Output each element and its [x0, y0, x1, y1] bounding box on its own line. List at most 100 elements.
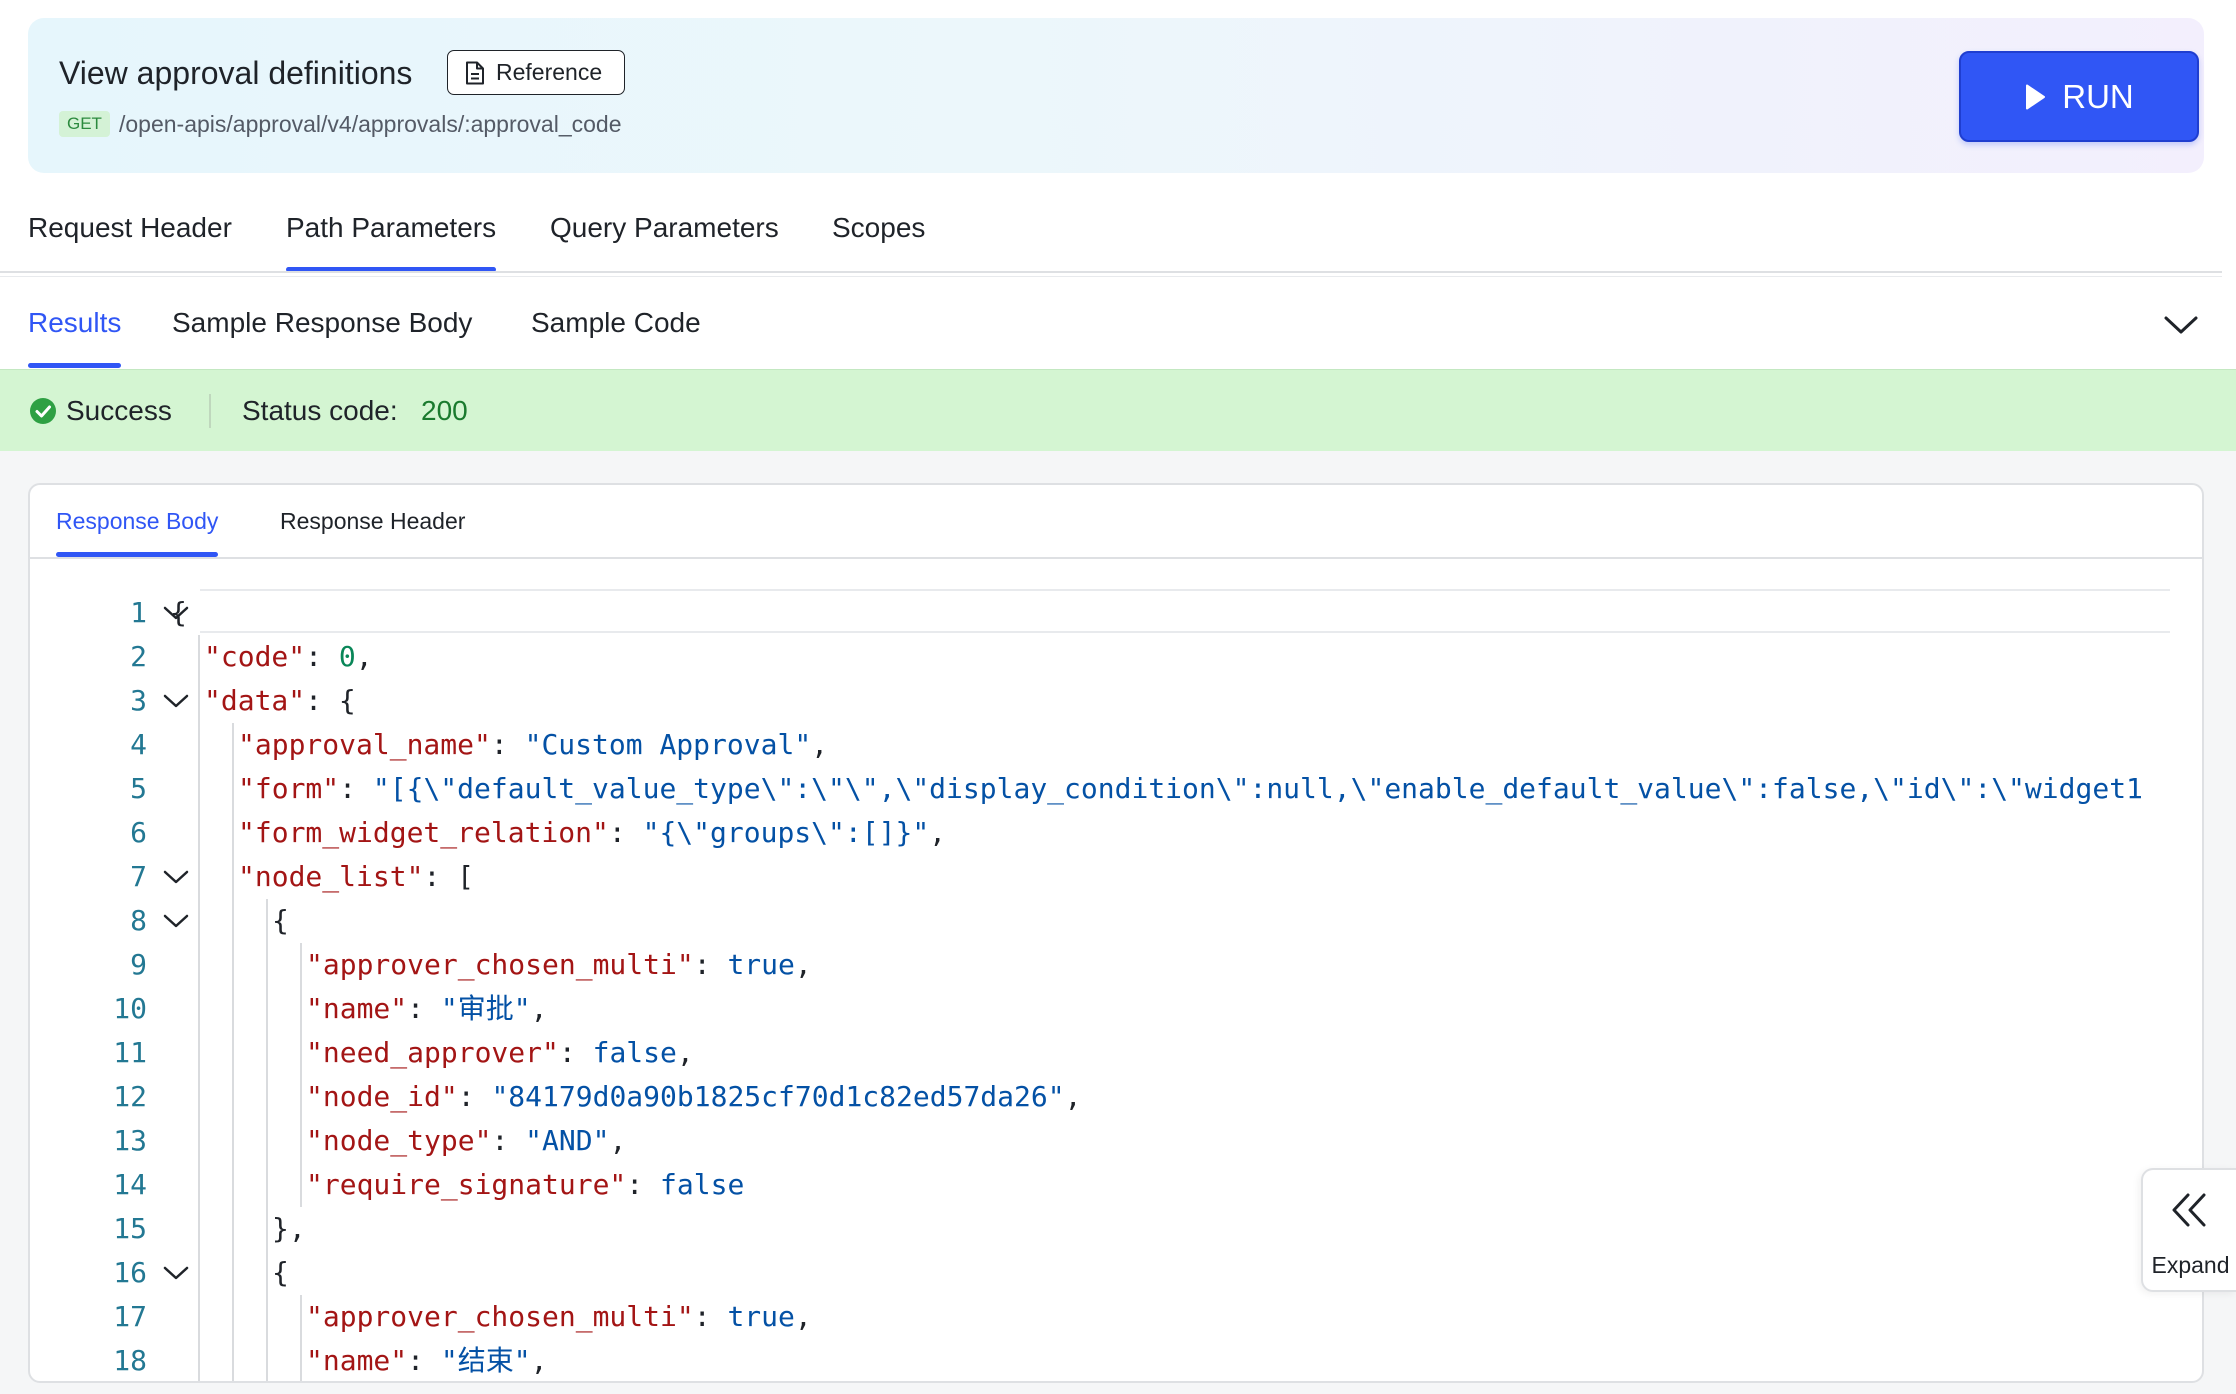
code-token: "form_widget_relation" [238, 816, 609, 849]
code-token: }, [272, 1212, 306, 1245]
code-text: "node_type": "AND", [306, 1119, 626, 1163]
tab-results[interactable]: Results [28, 307, 122, 368]
indent-guide [266, 987, 268, 1031]
code-text: "form": "[{\"default_value_type\":\"\",\… [238, 767, 2143, 811]
request-tabs: Request Header Path Parameters Query Par… [0, 190, 2236, 272]
code-text: "approver_chosen_multi": true, [306, 943, 812, 987]
endpoint-path: /open-apis/approval/v4/approvals/:approv… [119, 111, 622, 137]
indent-guide [266, 1163, 268, 1207]
fold-chevron-icon[interactable] [163, 693, 189, 709]
indent-guide [232, 1163, 234, 1207]
code-token: : [491, 1124, 526, 1157]
code-token: "need_approver" [306, 1036, 559, 1069]
code-line: 16 { [30, 1251, 2170, 1295]
tab-response-body[interactable]: Response Body [56, 508, 219, 557]
code-line: 15}, [30, 1207, 2170, 1251]
chevron-down-icon[interactable] [2163, 313, 2199, 337]
code-token: : [305, 640, 339, 673]
tab-sample-response-body[interactable]: Sample Response Body [172, 307, 472, 339]
fold-chevron-icon[interactable] [163, 869, 189, 885]
document-icon [466, 61, 484, 84]
code-line: 1{ [30, 589, 2170, 635]
code-token: { [272, 904, 289, 937]
code-token: "[{\"default_value_type\":\"\",\"display… [372, 772, 2143, 805]
indent-guide [300, 1031, 302, 1075]
indent-guide [300, 1295, 302, 1339]
indent-guide [198, 1075, 200, 1119]
expand-button[interactable]: Expand [2141, 1168, 2236, 1292]
tab-request-header[interactable]: Request Header [28, 212, 232, 244]
indent-guide [198, 987, 200, 1031]
tabs-divider [0, 271, 2222, 273]
indent-guide [300, 943, 302, 987]
code-text: }, [272, 1207, 306, 1251]
code-token: false [660, 1168, 745, 1201]
code-token: , [1064, 1080, 1082, 1113]
indent-guide [266, 943, 268, 987]
line-number: 9 [130, 948, 147, 981]
response-tabs: Response Body Response Header [30, 485, 2202, 559]
line-number: 3 [130, 684, 147, 717]
code-token: { [170, 596, 187, 629]
code-line: 8{ [30, 899, 2170, 943]
indent-guide [232, 1119, 234, 1163]
tab-scopes[interactable]: Scopes [832, 212, 925, 244]
code-text: { [272, 899, 289, 943]
run-button[interactable]: RUN [1959, 51, 2199, 142]
status-bar: Success Status code: 200 [0, 369, 2236, 452]
indent-guide [232, 899, 234, 943]
indent-guide [198, 723, 200, 767]
indent-guide [198, 1251, 200, 1295]
indent-guide [232, 767, 234, 811]
code-line: 5 "form": "[{\"default_value_type\":\"\",… [30, 767, 2170, 811]
line-number: 8 [130, 904, 147, 937]
code-line: 3 "data": { [30, 679, 2170, 723]
code-token: "data" [204, 684, 306, 717]
indent-guide [232, 723, 234, 767]
code-token: true [727, 948, 795, 981]
indent-guide [300, 987, 302, 1031]
double-chevron-left-icon [2172, 1193, 2206, 1227]
code-token: false [592, 1036, 677, 1069]
line-number: 18 [113, 1344, 147, 1377]
indent-guide [198, 679, 200, 723]
code-token: : [608, 816, 643, 849]
fold-chevron-icon[interactable] [163, 1265, 189, 1281]
code-token: : [407, 992, 441, 1025]
tab-sample-code[interactable]: Sample Code [531, 307, 701, 339]
reference-button[interactable]: Reference [447, 50, 625, 95]
code-token: , [530, 1344, 548, 1377]
fold-chevron-icon[interactable] [163, 913, 189, 929]
code-token: : [558, 1036, 593, 1069]
indent-guide [266, 1339, 268, 1381]
tab-response-header[interactable]: Response Header [280, 508, 465, 535]
code-token: "require_signature" [306, 1168, 627, 1201]
code-token: , [355, 640, 373, 673]
indent-guide [300, 1339, 302, 1381]
code-editor[interactable]: 1{2 "code": 0, 3 "data": {4 "approval_name":… [30, 589, 2170, 1381]
result-tabs: Results Sample Response Body Sample Code [0, 277, 2236, 369]
indent-guide [232, 811, 234, 855]
api-header-card: View approval definitions Reference GET … [28, 18, 2204, 173]
line-number: 7 [130, 860, 147, 893]
indent-guide [266, 1031, 268, 1075]
http-method-badge: GET [59, 111, 110, 137]
status-text: Success [66, 395, 172, 426]
indent-guide [198, 855, 200, 899]
indent-guide [232, 987, 234, 1031]
line-number: 16 [113, 1256, 147, 1289]
tab-path-parameters[interactable]: Path Parameters [286, 212, 497, 272]
tab-query-parameters[interactable]: Query Parameters [550, 212, 779, 244]
code-text: "code": 0, [204, 635, 373, 679]
line-number: 6 [130, 816, 147, 849]
code-token: : [457, 1080, 492, 1113]
code-token: "Custom Approval" [524, 728, 812, 761]
code-token: 0 [338, 640, 356, 673]
code-line: 10 "name": "审批", [30, 987, 2170, 1031]
indent-guide [300, 1075, 302, 1119]
code-text: { [272, 1251, 289, 1295]
code-token: : [693, 1300, 728, 1333]
code-token: , [609, 1124, 627, 1157]
code-line: 13 "node_type": "AND", [30, 1119, 2170, 1163]
line-number: 4 [130, 728, 147, 761]
